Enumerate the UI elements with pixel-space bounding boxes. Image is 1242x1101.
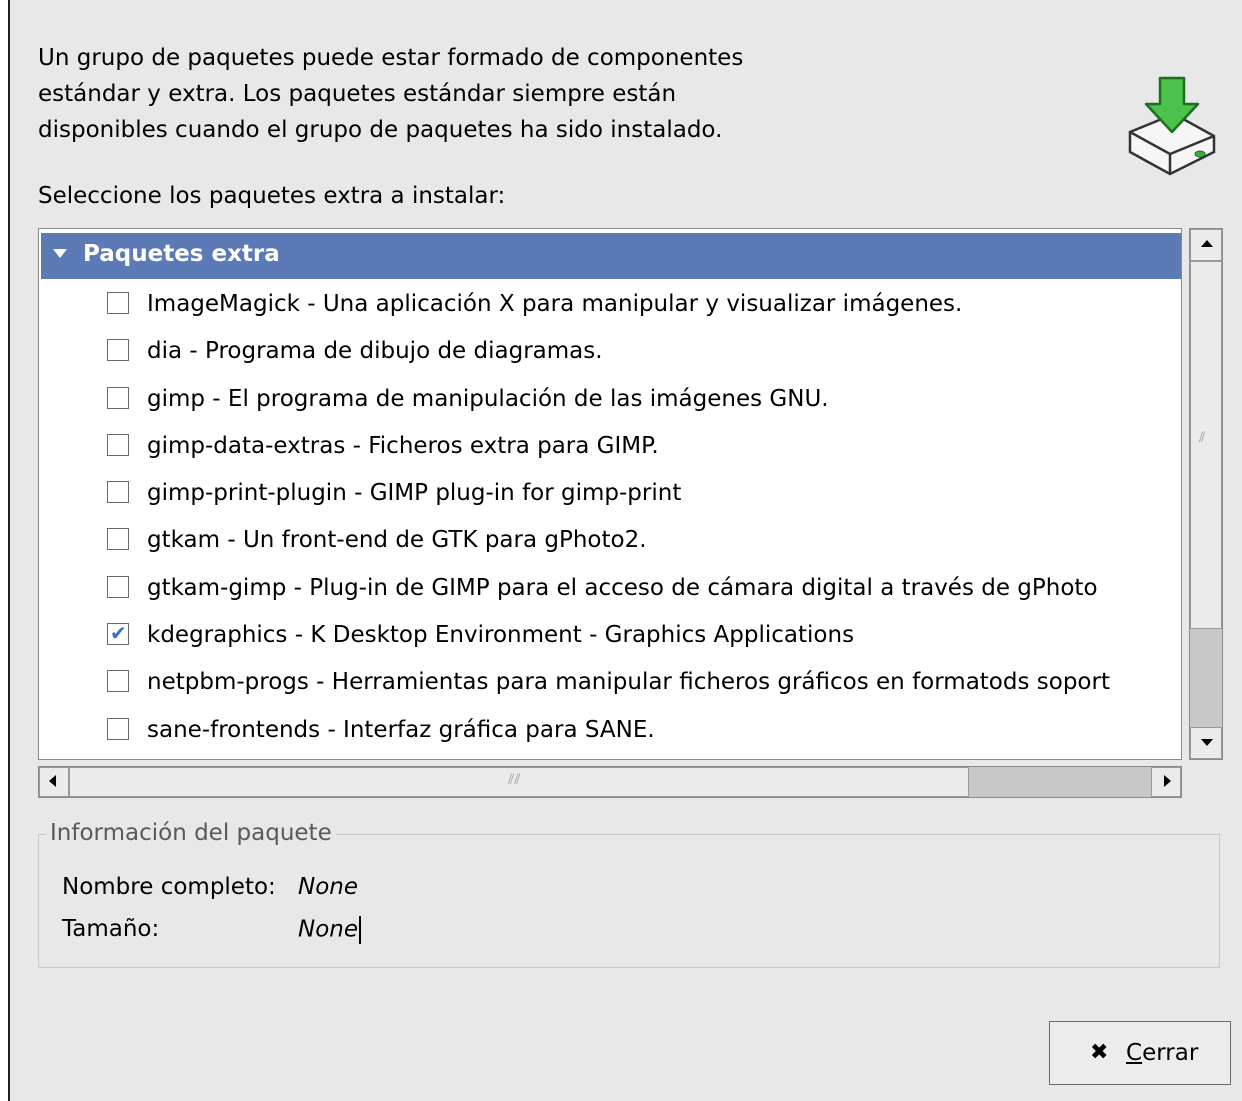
close-button[interactable]: ✖ Cerrar — [1049, 1021, 1231, 1085]
arrow-right-icon — [1164, 775, 1171, 787]
close-icon: ✖ — [1090, 1040, 1109, 1065]
list-item[interactable]: gimp-data-extras - Ficheros extra para G… — [39, 423, 1181, 470]
intro-line: disponibles cuando el grupo de paquetes … — [38, 117, 723, 143]
expander-triangle-icon[interactable] — [53, 249, 67, 258]
package-checkbox[interactable] — [107, 575, 129, 598]
package-info-legend: Información del paquete — [46, 820, 336, 846]
list-item[interactable]: ✔ kdegraphics - K Desktop Environment - … — [39, 612, 1181, 659]
full-name-label: Nombre completo: — [62, 874, 276, 900]
package-label: sane-frontends - Interfaz gráfica para S… — [147, 716, 655, 743]
package-label: gimp-data-extras - Ficheros extra para G… — [147, 432, 659, 459]
package-label: kdegraphics - K Desktop Environment - Gr… — [147, 622, 855, 649]
horizontal-scroll-thumb[interactable]: ⫽⫽ — [69, 767, 969, 797]
size-label: Tamaño: — [62, 916, 160, 942]
checkmark-icon: ✔ — [110, 621, 127, 646]
list-item[interactable]: sane-frontends - Interfaz gráfica para S… — [39, 707, 1181, 754]
package-info-frame — [38, 834, 1220, 968]
arrow-left-icon — [49, 775, 56, 787]
arrow-down-icon — [1201, 739, 1213, 746]
list-item[interactable]: gtkam - Un front-end de GTK para gPhoto2… — [39, 517, 1181, 564]
intro-line: Un grupo de paquetes puede estar formado… — [38, 45, 744, 71]
arrow-up-icon — [1201, 240, 1213, 247]
package-checkbox[interactable] — [107, 339, 129, 362]
select-extra-prompt: Seleccione los paquetes extra a instalar… — [38, 183, 506, 209]
size-value: None — [298, 916, 359, 943]
scroll-up-button[interactable] — [1190, 229, 1222, 261]
package-checkbox[interactable] — [107, 292, 129, 314]
group-label: Paquetes extra — [83, 241, 280, 267]
grip-icon: ⫽ — [1199, 430, 1206, 446]
vertical-scrollbar[interactable]: ⫽ — [1189, 228, 1223, 760]
close-label-rest: errar — [1142, 1040, 1199, 1066]
horizontal-scrollbar[interactable]: ⫽⫽ — [38, 766, 1182, 798]
group-row-extra-packages[interactable]: Paquetes extra — [41, 233, 1181, 279]
package-install-icon — [1128, 76, 1216, 176]
full-name-value: None — [298, 874, 359, 900]
list-item[interactable]: ImageMagick - Una aplicación X para mani… — [39, 281, 1181, 328]
package-items: ImageMagick - Una aplicación X para mani… — [39, 281, 1181, 754]
package-checkbox[interactable]: ✔ — [107, 621, 129, 646]
package-list[interactable]: Paquetes extra ImageMagick - Una aplicac… — [38, 228, 1182, 760]
package-dialog: Un grupo de paquetes puede estar formado… — [8, 0, 1242, 1101]
scroll-left-button[interactable] — [39, 767, 69, 797]
package-label: gtkam - Un front-end de GTK para gPhoto2… — [147, 527, 647, 554]
size-value-container: None — [298, 916, 362, 944]
close-button-label: Cerrar — [1126, 1040, 1198, 1066]
list-item[interactable]: gimp - El programa de manipulación de la… — [39, 376, 1181, 423]
package-checkbox[interactable] — [107, 670, 129, 693]
package-label: gimp - El programa de manipulación de la… — [147, 385, 829, 412]
grip-icon: ⫽⫽ — [508, 772, 521, 788]
package-label: gimp-print-plugin - GIMP plug-in for gim… — [147, 480, 682, 507]
intro-line: estándar y extra. Los paquetes estándar … — [38, 81, 677, 107]
package-checkbox[interactable] — [107, 433, 129, 456]
package-checkbox[interactable] — [107, 481, 129, 504]
package-label: ImageMagick - Una aplicación X para mani… — [147, 291, 963, 317]
package-checkbox[interactable] — [107, 386, 129, 409]
vertical-scroll-thumb[interactable]: ⫽ — [1190, 261, 1222, 629]
package-label: dia - Programa de dibujo de diagramas. — [147, 338, 603, 365]
scroll-down-button[interactable] — [1190, 727, 1222, 759]
scroll-right-button[interactable] — [1151, 767, 1181, 797]
list-item[interactable]: gimp-print-plugin - GIMP plug-in for gim… — [39, 470, 1181, 517]
package-label: netpbm-progs - Herramientas para manipul… — [147, 669, 1110, 696]
package-checkbox[interactable] — [107, 528, 129, 551]
list-item[interactable]: netpbm-progs - Herramientas para manipul… — [39, 659, 1181, 706]
intro-text: Un grupo de paquetes puede estar formado… — [38, 40, 838, 148]
package-label: gtkam-gimp - Plug-in de GIMP para el acc… — [147, 574, 1098, 601]
list-item[interactable]: gtkam-gimp - Plug-in de GIMP para el acc… — [39, 565, 1181, 612]
close-mnemonic: C — [1126, 1040, 1143, 1066]
package-checkbox[interactable] — [107, 717, 129, 740]
list-item[interactable]: dia - Programa de dibujo de diagramas. — [39, 328, 1181, 375]
text-cursor — [359, 916, 362, 944]
